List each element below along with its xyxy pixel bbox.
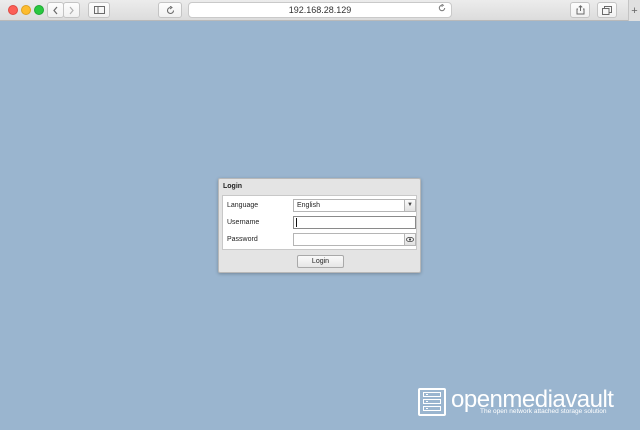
address-text: 192.168.28.129	[288, 5, 352, 15]
reload-icon	[166, 5, 174, 14]
address-bar[interactable]: 192.168.28.129	[188, 2, 452, 18]
dialog-title: Login	[223, 183, 243, 190]
logo-tagline: The open network attached storage soluti…	[480, 408, 607, 415]
forward-button[interactable]	[63, 2, 80, 18]
language-label: Language	[227, 202, 259, 209]
password-label: Password	[227, 236, 258, 243]
login-dialog: Login Language English ▼ Username Passwo…	[218, 178, 421, 273]
close-window-button[interactable]	[8, 5, 18, 15]
language-row: Language English ▼	[223, 198, 418, 214]
text-cursor	[296, 218, 297, 227]
minimize-window-button[interactable]	[21, 5, 31, 15]
openmediavault-logo: openmediavault The open network attached…	[418, 387, 632, 422]
back-button[interactable]	[47, 2, 64, 18]
password-input[interactable]	[293, 233, 416, 246]
username-label: Username	[227, 219, 260, 226]
language-select[interactable]: English ▼	[293, 199, 416, 212]
password-row: Password	[223, 232, 418, 248]
eye-icon	[406, 237, 414, 242]
login-form: Language English ▼ Username Password	[222, 195, 417, 250]
sidebar-toggle-button[interactable]	[88, 2, 110, 18]
username-input[interactable]	[293, 216, 416, 229]
chevron-right-icon	[69, 6, 74, 14]
show-password-button[interactable]	[404, 234, 415, 245]
chevron-down-icon[interactable]: ▼	[404, 200, 415, 211]
new-tab-button[interactable]: +	[628, 0, 640, 21]
login-button[interactable]: Login	[297, 255, 344, 268]
maximize-window-button[interactable]	[34, 5, 44, 15]
share-button[interactable]	[570, 2, 590, 18]
sidebar-icon	[93, 6, 105, 14]
reader-reload-button[interactable]	[158, 2, 182, 18]
plus-icon: +	[631, 4, 638, 17]
language-value: English	[297, 202, 320, 209]
tabs-icon	[602, 5, 612, 15]
refresh-icon[interactable]	[438, 3, 446, 15]
tabs-overview-button[interactable]	[597, 2, 617, 18]
server-icon	[418, 388, 446, 416]
share-icon	[576, 5, 584, 15]
username-row: Username	[223, 215, 418, 231]
browser-toolbar: 192.168.28.129 +	[0, 0, 640, 21]
chevron-left-icon	[53, 6, 58, 14]
